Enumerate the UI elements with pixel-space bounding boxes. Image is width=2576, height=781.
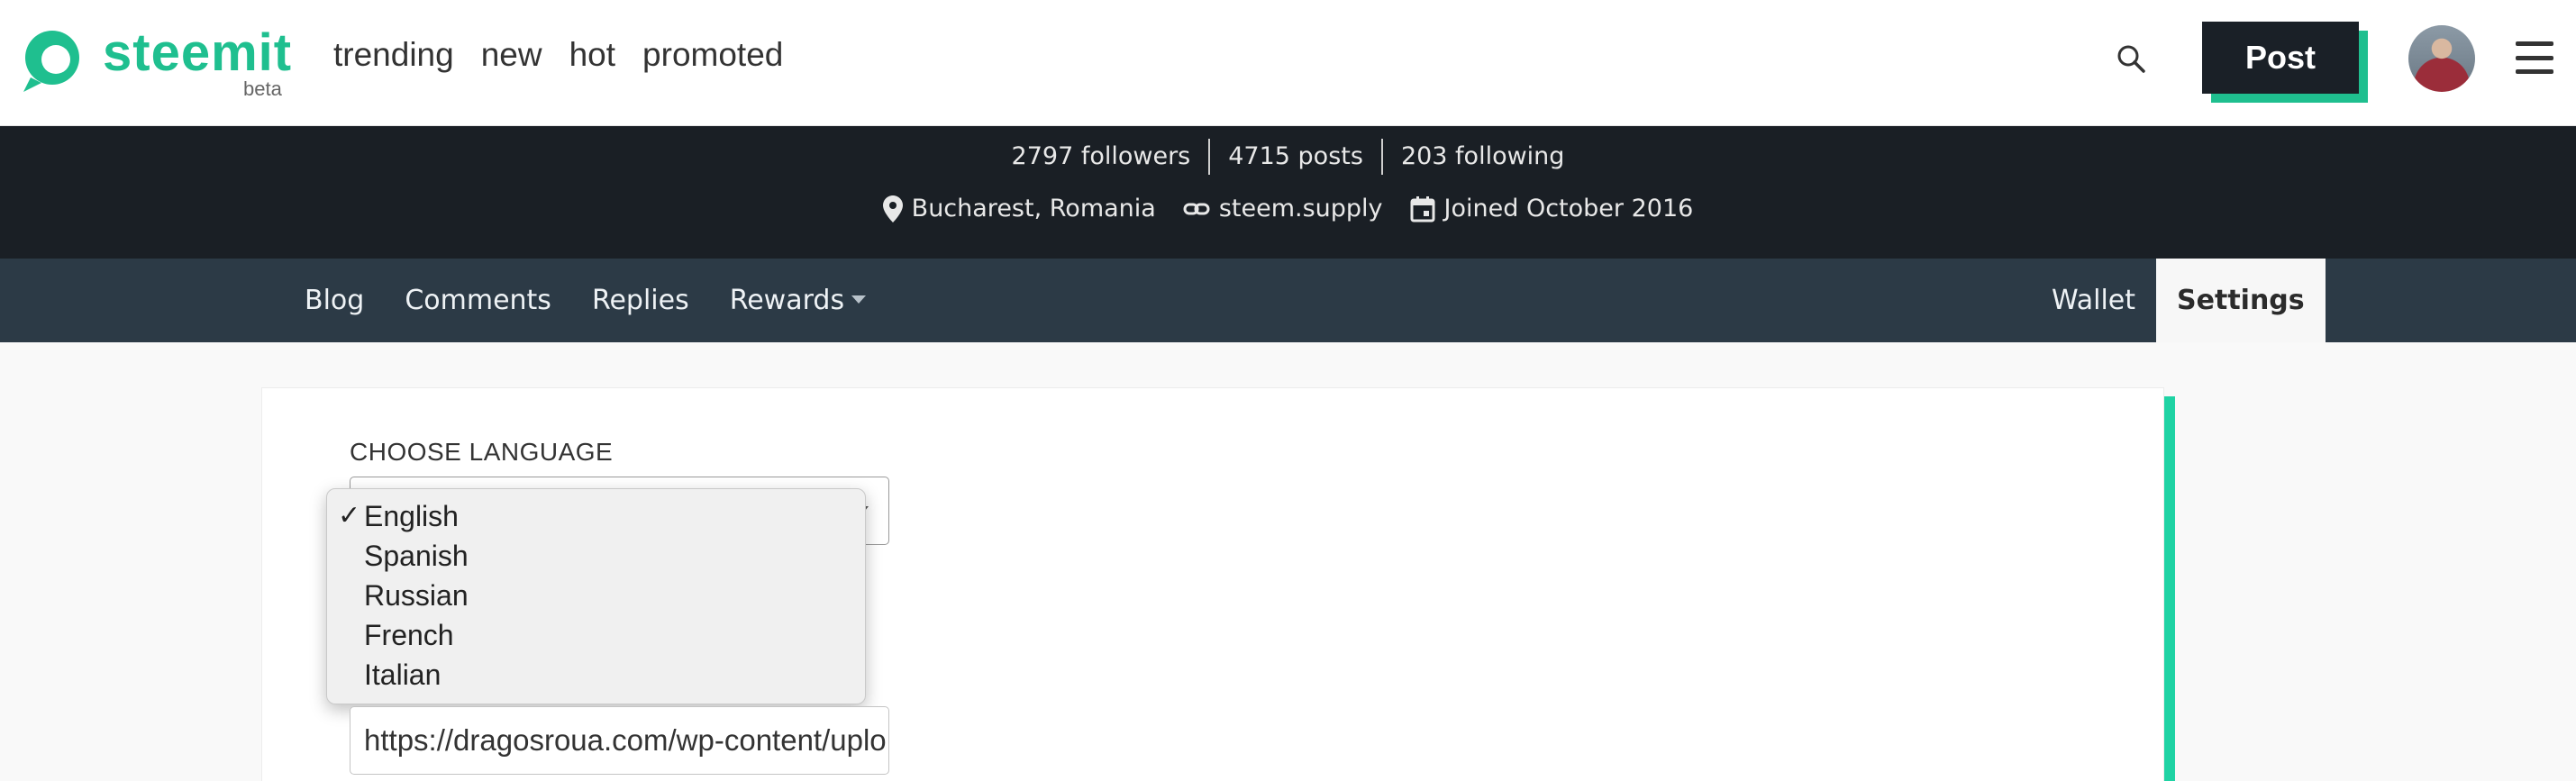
menu-line <box>2516 69 2553 74</box>
caret-down-icon <box>851 295 867 304</box>
choose-language-label: CHOOSE LANGUAGE <box>350 438 614 466</box>
menu-line <box>2516 55 2553 60</box>
language-option-spanish[interactable]: Spanish <box>327 536 865 576</box>
profile-tabs: Blog Comments Replies Rewards Wallet Set… <box>0 259 2576 342</box>
profile-website[interactable]: steem.supply <box>1183 195 1383 222</box>
search-icon <box>2117 45 2145 73</box>
top-header: steemit beta trending new hot promoted P… <box>0 0 2576 126</box>
language-option-label: Italian <box>364 658 441 691</box>
language-option-label: Russian <box>364 579 469 612</box>
followers-count[interactable]: 2797 followers <box>994 139 1209 175</box>
posts-count: 4715 posts <box>1208 139 1381 175</box>
following-count[interactable]: 203 following <box>1380 139 1583 175</box>
language-option-english[interactable]: ✓ English <box>327 496 865 536</box>
brand-name: steemit <box>103 23 293 82</box>
checkmark-icon: ✓ <box>338 500 361 531</box>
user-avatar[interactable] <box>2408 25 2475 92</box>
profile-header: 2797 followers 4715 posts 203 following … <box>0 126 2576 259</box>
language-option-label: English <box>364 500 459 532</box>
tab-blog[interactable]: Blog <box>305 285 364 316</box>
language-option-russian[interactable]: Russian <box>327 576 865 615</box>
brand-beta-badge: beta <box>243 77 282 100</box>
link-icon <box>1183 203 1210 214</box>
profile-joined: Joined October 2016 <box>1410 195 1694 222</box>
tab-replies[interactable]: Replies <box>592 285 689 316</box>
card-accent-bar <box>2164 396 2175 781</box>
language-option-french[interactable]: French <box>327 615 865 655</box>
location-pin-icon <box>882 195 903 222</box>
profile-stats: 2797 followers 4715 posts 203 following <box>0 139 2576 175</box>
profile-tabs-left: Blog Comments Replies Rewards <box>305 259 867 342</box>
tab-rewards[interactable]: Rewards <box>729 285 867 316</box>
joined-text: Joined October 2016 <box>1443 195 1694 222</box>
post-button-wrap: Post <box>2202 22 2368 103</box>
calendar-icon <box>1410 195 1435 222</box>
post-button[interactable]: Post <box>2202 22 2359 94</box>
menu-line <box>2516 41 2553 46</box>
main-nav: trending new hot promoted <box>333 36 783 74</box>
language-dropdown-menu: ✓ English Spanish Russian French Italian <box>326 488 866 704</box>
language-option-italian[interactable]: Italian <box>327 655 865 695</box>
tab-wallet[interactable]: Wallet <box>2031 259 2156 342</box>
nav-hot[interactable]: hot <box>569 36 615 74</box>
tab-settings[interactable]: Settings <box>2156 259 2326 342</box>
tab-comments[interactable]: Comments <box>405 285 551 316</box>
search-button[interactable] <box>2116 43 2148 76</box>
location-text: Bucharest, Romania <box>911 195 1156 222</box>
hamburger-menu-icon[interactable] <box>2516 41 2553 74</box>
profile-tabs-right: Wallet Settings <box>2031 259 2326 342</box>
language-option-label: French <box>364 619 454 651</box>
tab-rewards-label: Rewards <box>729 285 845 316</box>
profile-meta: Bucharest, Romania steem.supply Joined O… <box>0 195 2576 222</box>
profile-location: Bucharest, Romania <box>882 195 1156 222</box>
nav-trending[interactable]: trending <box>333 36 454 74</box>
nav-promoted[interactable]: promoted <box>642 36 783 74</box>
steemit-logo-icon <box>23 31 79 92</box>
steemit-logo[interactable]: steemit beta <box>18 23 291 99</box>
nav-new[interactable]: new <box>481 36 542 74</box>
profile-image-url-input[interactable] <box>350 706 889 775</box>
website-link[interactable]: steem.supply <box>1219 195 1383 222</box>
language-option-label: Spanish <box>364 540 469 572</box>
